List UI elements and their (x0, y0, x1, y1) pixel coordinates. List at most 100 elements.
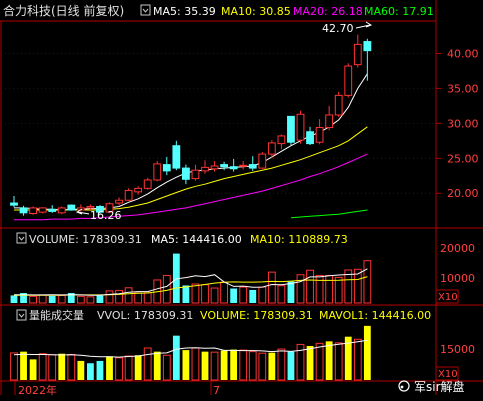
chevron-down-icon (142, 8, 149, 13)
energy-bar-up (10, 352, 18, 381)
volume-bar-up (258, 286, 267, 304)
energy-collapse-icon[interactable] (16, 309, 27, 321)
price-tick-label: 35.00 (447, 82, 479, 95)
energy-bar-yellow (230, 349, 238, 380)
energy-bar-yellow (325, 341, 333, 380)
volume-bar-down (287, 281, 295, 303)
candle-body-up (353, 43, 362, 66)
energy-volume-label: VOLUME: 178309.31 (200, 309, 313, 322)
vol_ma10-line (14, 276, 368, 296)
volume-bar-up (124, 287, 133, 304)
energy-bar-up (191, 347, 200, 381)
weibo-icon (398, 380, 410, 392)
volume-bar-down (10, 295, 18, 303)
energy-bar-down (96, 360, 104, 380)
volume-bar-up (162, 274, 171, 304)
volume-bar-up (210, 287, 219, 304)
candle-body-down (220, 164, 228, 168)
ma10-line (14, 126, 368, 211)
volume-bar-up (57, 294, 66, 304)
stock-chart-window: 40.00 35.00 30.00 25.00 20.00 合力科技(日线 前复权) M… (0, 0, 483, 401)
energy-title: 量能成交量 (29, 308, 84, 322)
volume-bar-down (96, 295, 104, 303)
candles[interactable] (10, 34, 372, 216)
volume-bar-up (143, 292, 152, 304)
volume-bar-up (334, 276, 343, 304)
candle-body-down (162, 164, 171, 172)
candle-body-up (201, 166, 209, 172)
energy-bar-yellow (134, 355, 142, 380)
candle-body-down (172, 145, 181, 169)
energy-bar-yellow (153, 351, 161, 380)
volume-bar-up (296, 274, 305, 304)
energy-bar-up (239, 349, 248, 381)
energy-ma-line (13, 339, 368, 358)
energy-bar-yellow (306, 345, 314, 380)
candle-body-up (239, 164, 248, 167)
energy-bar-yellow (363, 325, 371, 380)
candle-body-up (134, 187, 143, 193)
energy-bar-up (210, 351, 219, 381)
candle-body-up (115, 199, 123, 204)
candle-body-up (296, 113, 305, 141)
volume-bar-up (134, 292, 143, 304)
energy-ma-line (13, 339, 368, 358)
low-price-label: 16.26 (90, 209, 122, 222)
volume-ma10-label: MA10: 110889.73 (250, 233, 348, 246)
candle-body-up (210, 165, 219, 170)
candle-body-up (315, 127, 324, 143)
energy-bar-up (38, 353, 47, 381)
chevron-down-icon (18, 236, 25, 241)
moving-average-lines (14, 73, 368, 221)
volume-bar-up (191, 283, 200, 304)
candle-body-up (86, 206, 95, 209)
vol_ma5-line (14, 268, 368, 296)
energy-bar-up (315, 342, 324, 381)
weibo-eye-icon (400, 385, 404, 389)
candle-body-up (143, 179, 152, 189)
ma5-label: MA5: 35.39 (153, 5, 216, 18)
candle-body-up (334, 94, 343, 116)
energy-bar-up (162, 354, 171, 381)
energy-bar-up (143, 347, 152, 381)
vvol-label: VVOL: 178309.31 (97, 309, 193, 322)
volume-bar-up (220, 281, 228, 304)
candle-body-up (153, 163, 162, 181)
volume-tick-20000: 20000 (440, 242, 475, 255)
volume-bar-up (363, 260, 372, 304)
candle-body-up (258, 153, 267, 169)
volume-collapse-icon[interactable] (16, 232, 27, 244)
candle-body-up (344, 65, 353, 96)
candle-body-up (277, 135, 286, 145)
price-tick-label: 25.00 (447, 152, 479, 165)
energy-tick-15000: 15000 (440, 343, 475, 356)
candle-body-up (267, 142, 276, 155)
ma60-label: MA60: 17.91 (364, 5, 434, 18)
energy-bar-yellow (201, 351, 209, 380)
candle-body-down (19, 207, 28, 214)
ma20-label: MA20: 26.18 (293, 5, 363, 18)
energy-bars[interactable] (10, 325, 371, 381)
volume-bar-up (325, 274, 334, 304)
kline-chart[interactable]: 40.00 35.00 30.00 25.00 20.00 合力科技(日线 前复权) M… (0, 0, 483, 401)
ma60-line (290, 209, 368, 219)
candle-body-down (306, 131, 314, 145)
price-tick-label: 40.00 (447, 47, 479, 60)
ma5-line (14, 73, 368, 211)
energy-bar-down (287, 351, 295, 380)
candle-body-up (57, 207, 66, 214)
volume-bar-down (230, 288, 238, 303)
energy-bar-up (277, 348, 286, 381)
volume-ma5-label: MA5: 144416.00 (151, 233, 242, 246)
price-tick-label: 20.00 (447, 187, 479, 200)
volume-ma-lines (14, 268, 368, 296)
collapse-toggle-icon[interactable] (140, 4, 151, 16)
price-tick-label: 30.00 (447, 117, 479, 130)
volume-bar-up (277, 285, 286, 304)
volume-bar-up (86, 296, 95, 304)
volume-bar-up (306, 269, 314, 304)
candle-body-down (363, 41, 372, 52)
candle-body-up (38, 207, 47, 213)
ma10-label: MA10: 30.85 (221, 5, 291, 18)
chevron-down-icon (18, 313, 25, 318)
